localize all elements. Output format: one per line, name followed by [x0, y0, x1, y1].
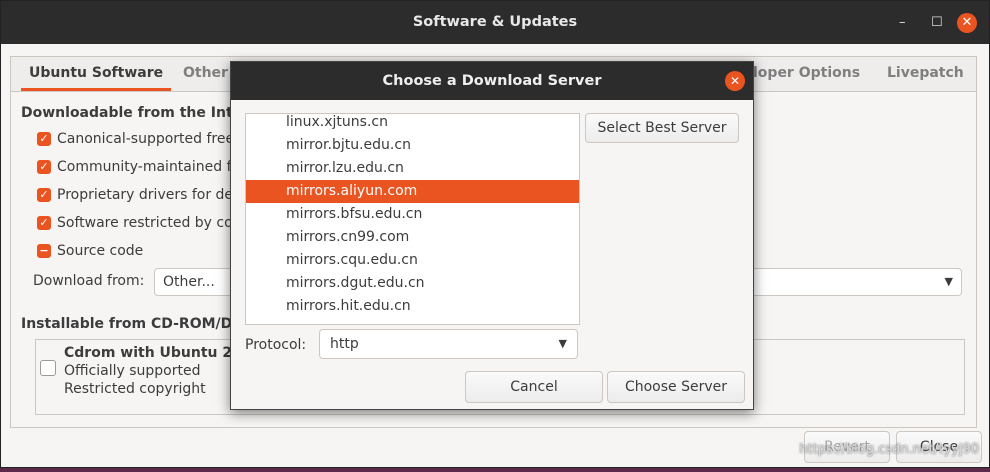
- tab-other-software[interactable]: Other: [183, 57, 228, 91]
- tab-ubuntu-software[interactable]: Ubuntu Software: [21, 57, 171, 91]
- window-close-icon[interactable]: ✕: [957, 13, 977, 33]
- minimize-icon[interactable]: –: [899, 1, 906, 44]
- server-item[interactable]: mirror.bjtu.edu.cn: [246, 134, 579, 157]
- tab-developer-options[interactable]: loper Options: [753, 57, 860, 91]
- cdrom-copyright: Restricted copyright: [64, 381, 206, 397]
- download-from-label: Download from:: [33, 273, 145, 289]
- cdrom-heading: Installable from CD-ROM/DVD: [21, 316, 255, 332]
- tab-livepatch[interactable]: Livepatch: [887, 57, 964, 91]
- choose-server-button[interactable]: Choose Server: [607, 371, 745, 403]
- checkbox-checked-icon: ✓: [37, 216, 51, 230]
- server-item[interactable]: mirrors.hit.edu.cn: [246, 295, 579, 318]
- server-item[interactable]: mirror.lzu.edu.cn: [246, 157, 579, 180]
- select-best-server-button[interactable]: Select Best Server: [585, 113, 739, 143]
- server-item-selected[interactable]: mirrors.aliyun.com: [246, 180, 579, 203]
- checkbox-checked-icon: ✓: [37, 132, 51, 146]
- checkbox-checked-icon: ✓: [37, 160, 51, 174]
- dialog-titlebar[interactable]: Choose a Download Server: [231, 62, 753, 100]
- choose-server-dialog: Choose a Download Server ✕ linux.xjtuns.…: [230, 61, 754, 410]
- cancel-button[interactable]: Cancel: [465, 371, 603, 403]
- server-item[interactable]: mirrors.dgut.edu.cn: [246, 272, 579, 295]
- canonical-checkbox[interactable]: ✓ Canonical-supported free: [37, 129, 234, 149]
- cdrom-support: Officially supported: [64, 363, 201, 379]
- server-item[interactable]: mirrors.cqu.edu.cn: [246, 249, 579, 272]
- server-list[interactable]: linux.xjtuns.cn mirror.bjtu.edu.cn mirro…: [245, 113, 580, 325]
- download-from-value: Other...: [163, 274, 215, 290]
- restricted-software-checkbox[interactable]: ✓ Software restricted by cop: [37, 213, 242, 233]
- server-item[interactable]: mirrors.cn99.com: [246, 226, 579, 249]
- source-code-checkbox[interactable]: − Source code: [37, 241, 143, 261]
- checkbox-mixed-icon: −: [37, 244, 51, 258]
- protocol-combo[interactable]: http ▼: [319, 329, 578, 359]
- window-titlebar[interactable]: Software & Updates: [1, 1, 989, 44]
- window-title: Software & Updates: [412, 14, 578, 30]
- server-item[interactable]: mirrors.bfsu.edu.cn: [246, 203, 579, 226]
- proprietary-drivers-checkbox[interactable]: ✓ Proprietary drivers for dev: [37, 185, 241, 205]
- downloadable-heading: Downloadable from the Inter: [21, 105, 250, 121]
- server-item[interactable]: linux.xjtuns.cn: [246, 114, 579, 134]
- dialog-title: Choose a Download Server: [382, 73, 602, 89]
- protocol-label: Protocol:: [245, 337, 307, 353]
- watermark-text: https://blog.csdn.net/tyyj90: [799, 442, 979, 457]
- dialog-close-icon[interactable]: ✕: [725, 71, 745, 91]
- community-checkbox[interactable]: ✓ Community-maintained fre: [37, 157, 246, 177]
- dropdown-arrow-icon: ▼: [944, 275, 953, 288]
- cdrom-name: Cdrom with Ubuntu 20.0: [64, 345, 257, 361]
- cdrom-checkbox[interactable]: [40, 360, 56, 376]
- maximize-icon[interactable]: ☐: [931, 1, 943, 44]
- checkbox-checked-icon: ✓: [37, 188, 51, 202]
- protocol-value: http: [330, 336, 359, 352]
- dropdown-arrow-icon: ▼: [558, 337, 567, 350]
